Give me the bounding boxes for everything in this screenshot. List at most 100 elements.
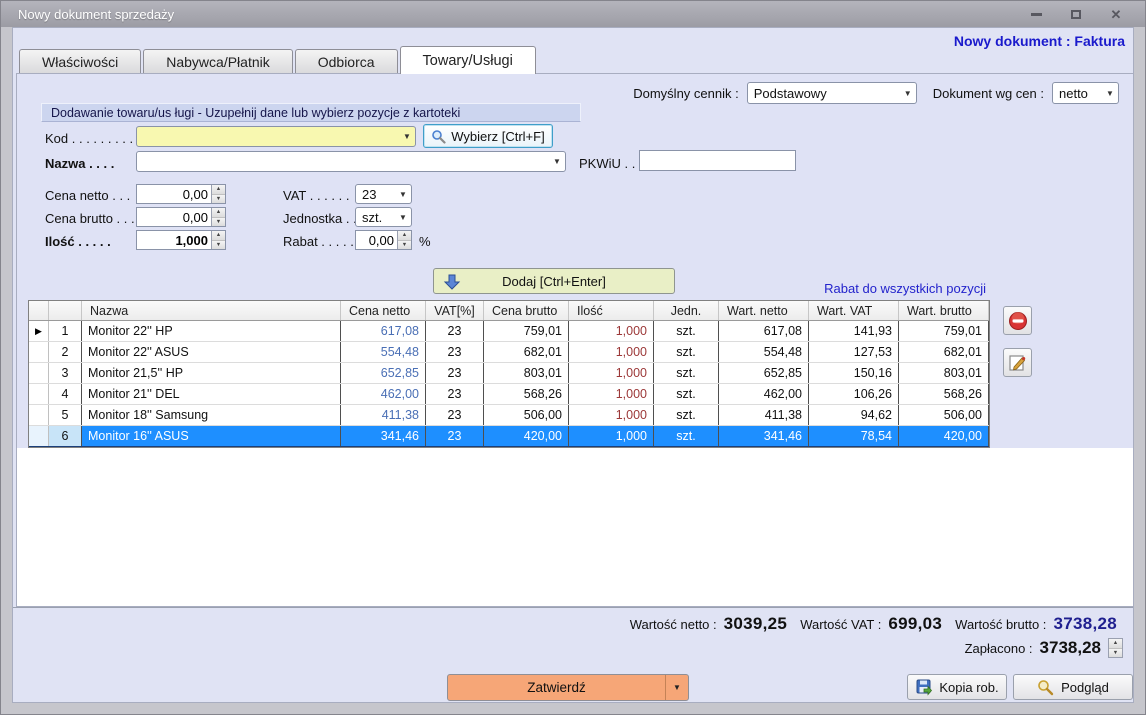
rabat-label: Rabat . . . . . [283,234,354,249]
wart-brutto-cell: 803,01 [899,363,989,383]
brutto-total-label: Wartość brutto : [955,617,1046,632]
tab-nabywca-platnik[interactable]: Nabywca/Płatnik [143,49,293,74]
column-header[interactable]: Ilość [569,301,654,320]
row-indicator [29,384,49,404]
table-row[interactable]: 3Monitor 21,5'' HP652,8523803,011,000szt… [29,363,989,384]
name-cell: Monitor 16'' ASUS [82,426,341,446]
spinner-arrows-icon[interactable]: ▲▼ [211,231,225,249]
wybierz-button[interactable]: Wybierz [Ctrl+F] [423,124,553,148]
search-icon [431,129,446,144]
chevron-down-icon: ▼ [395,213,411,222]
row-indicator [29,342,49,362]
default-pricelist-select[interactable]: Podstawowy ▼ [747,82,917,104]
tab-wlasciwosci[interactable]: Właściwości [19,49,141,74]
vat-label: VAT . . . . . . [283,188,349,203]
wart-vat-cell: 141,93 [809,321,899,341]
cena-netto-label: Cena netto . . . [45,188,130,203]
nazwa-combobox[interactable]: ▼ [136,151,566,172]
wart-vat-cell: 150,16 [809,363,899,383]
remove-item-button[interactable] [1003,306,1032,335]
chevron-down-icon: ▼ [673,683,681,692]
zatwierdz-split-button[interactable]: Zatwierdź ▼ [447,674,689,701]
column-header[interactable]: Jedn. [654,301,719,320]
column-header[interactable]: Wart. netto [719,301,809,320]
cena-netto-cell: 462,00 [341,384,426,404]
wart-vat-cell: 106,26 [809,384,899,404]
zatwierdz-dropdown-button[interactable]: ▼ [665,675,688,700]
row-indicator [29,426,49,446]
maximize-button[interactable] [1063,5,1089,23]
ilosc-label: Ilość . . . . . [45,234,111,249]
vat-cell: 23 [426,426,484,446]
wart-brutto-cell: 420,00 [899,426,989,446]
brutto-total-value: 3738,28 [1053,614,1117,634]
table-row[interactable]: 5Monitor 18'' Samsung411,3823506,001,000… [29,405,989,426]
row-indicator [29,405,49,425]
column-header[interactable] [49,301,82,320]
pkwiu-label: PKWiU . . [579,156,635,171]
row-indicator [29,363,49,383]
wart-vat-cell: 78,54 [809,426,899,446]
netto-total-label: Wartość netto : [630,617,717,632]
zaplacono-spinner[interactable]: ▲▼ [1108,638,1123,658]
ilosc-spinner[interactable]: ▲▼ [136,230,226,250]
save-icon [915,679,932,696]
vat-select[interactable]: 23 ▼ [355,184,412,204]
table-row[interactable]: 6Monitor 16'' ASUS341,4623420,001,000szt… [29,426,989,447]
name-cell: Monitor 18'' Samsung [82,405,341,425]
wart-netto-cell: 617,08 [719,321,809,341]
tab-towary-uslugi[interactable]: Towary/Usługi [400,46,536,74]
kopia-rob-button[interactable]: Kopia rob. [907,674,1007,700]
ilosc-cell: 1,000 [569,384,654,404]
name-cell: Monitor 22'' ASUS [82,342,341,362]
jednostka-label: Jednostka . . [283,211,357,226]
column-header[interactable]: Wart. VAT [809,301,899,320]
jedn-cell: szt. [654,426,719,446]
spinner-arrows-icon[interactable]: ▲▼ [397,231,411,249]
client-area: Nowy dokument : Faktura Właściwości Naby… [12,27,1134,703]
table-row[interactable]: 2Monitor 22'' ASUS554,4823682,011,000szt… [29,342,989,363]
table-body: ▶1Monitor 22'' HP617,0823759,011,000szt.… [29,321,989,447]
cena-netto-cell: 554,48 [341,342,426,362]
vat-cell: 23 [426,384,484,404]
column-header[interactable] [29,301,49,320]
document-type-label: Nowy dokument : Faktura [954,33,1125,49]
column-header[interactable]: VAT[%] [426,301,484,320]
minimize-icon [1031,13,1042,16]
podglad-button[interactable]: Podgląd [1013,674,1133,700]
table-row[interactable]: 4Monitor 21'' DEL462,0023568,261,000szt.… [29,384,989,405]
paid-line: Zapłacono : 3738,28 ▲▼ [965,638,1123,658]
cena-brutto-spinner[interactable]: ▲▼ [136,207,226,227]
jednostka-select[interactable]: szt. ▼ [355,207,412,227]
row-number-cell: 5 [49,405,82,425]
pkwiu-input[interactable] [639,150,796,171]
cena-brutto-cell: 803,01 [484,363,569,383]
kod-combobox[interactable]: ▼ [136,126,416,147]
rabat-spinner[interactable]: ▲▼ [355,230,412,250]
column-header[interactable]: Wart. brutto [899,301,989,320]
column-header[interactable]: Cena netto [341,301,426,320]
cena-brutto-cell: 568,26 [484,384,569,404]
dodaj-button[interactable]: Dodaj [Ctrl+Enter] [433,268,675,294]
spinner-arrows-icon[interactable]: ▲▼ [211,208,225,226]
cena-netto-spinner[interactable]: ▲▼ [136,184,226,204]
ilosc-cell: 1,000 [569,321,654,341]
column-header[interactable]: Cena brutto [484,301,569,320]
vat-cell: 23 [426,363,484,383]
jedn-cell: szt. [654,321,719,341]
column-header[interactable]: Nazwa [82,301,341,320]
close-icon: ✕ [1111,8,1122,21]
default-pricelist-label: Domyślny cennik : [633,86,738,101]
edit-item-button[interactable] [1003,348,1032,377]
wart-netto-cell: 652,85 [719,363,809,383]
rabat-all-items-link[interactable]: Rabat do wszystkich pozycji [824,281,986,296]
spinner-arrows-icon[interactable]: ▲▼ [211,185,225,203]
close-button[interactable]: ✕ [1103,5,1129,23]
zatwierdz-button[interactable]: Zatwierdź [448,675,665,700]
tab-odbiorca[interactable]: Odbiorca [295,49,398,74]
minimize-button[interactable] [1023,5,1049,23]
cena-brutto-cell: 682,01 [484,342,569,362]
table-row[interactable]: ▶1Monitor 22'' HP617,0823759,011,000szt.… [29,321,989,342]
cena-netto-cell: 341,46 [341,426,426,446]
document-prices-select[interactable]: netto ▼ [1052,82,1119,104]
